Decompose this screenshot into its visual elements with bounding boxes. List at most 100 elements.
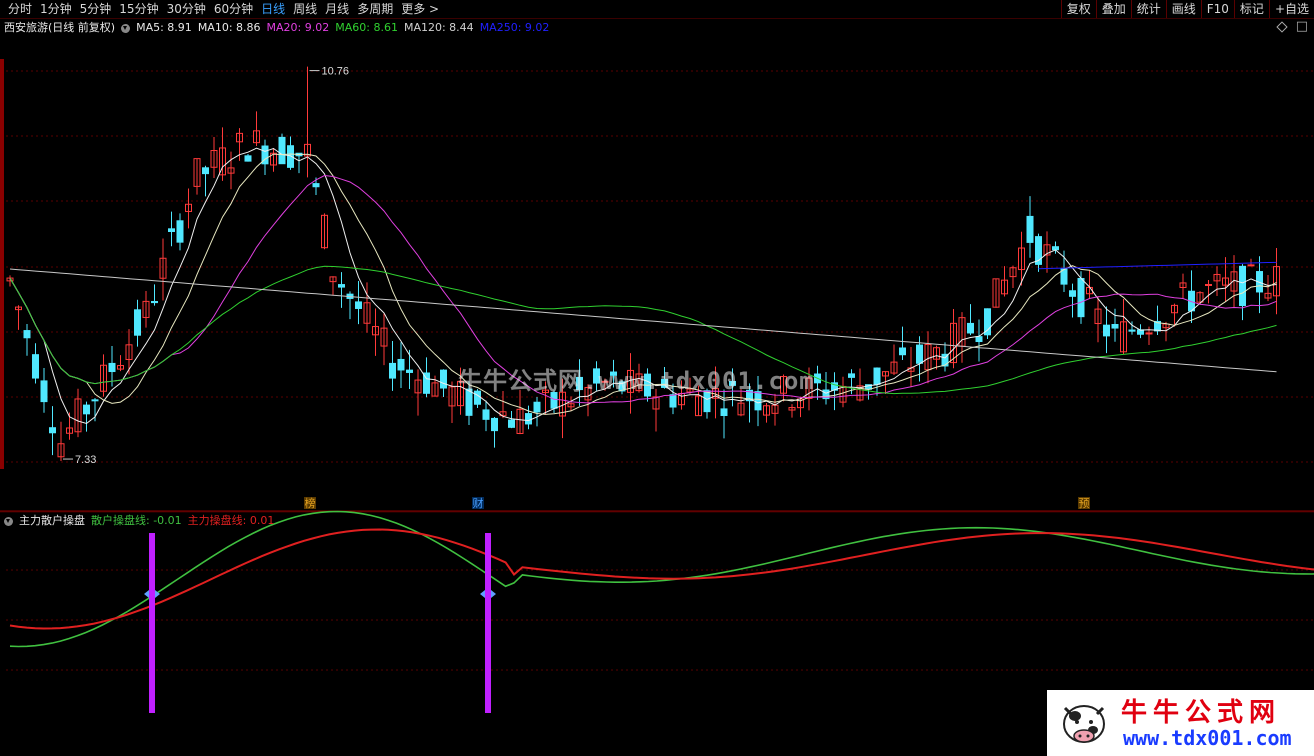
candle-body [1145, 332, 1153, 335]
candle-body [338, 284, 345, 288]
candle-body [355, 301, 362, 309]
indicator-name: 主力散户操盘 [19, 514, 85, 527]
signal-bar [149, 533, 155, 713]
site-logo: 牛牛公式网 www.tdx001.com [1047, 690, 1314, 756]
tab-10[interactable]: 更多 > [397, 0, 443, 18]
candle-body [848, 373, 855, 378]
tab-4[interactable]: 30分钟 [163, 0, 210, 18]
tool-6[interactable]: +自选 [1268, 0, 1314, 18]
candle-body [91, 399, 99, 402]
candle-body [967, 322, 974, 334]
signal-arrow-right [491, 590, 496, 598]
candle-body [1128, 329, 1136, 332]
candle-body [278, 136, 286, 165]
stock-name: 西安旅游(日线 前复权) [4, 21, 116, 34]
tab-0[interactable]: 分时 [4, 0, 36, 18]
candle-body [389, 362, 396, 379]
period-tabs: 分时 1分钟 5分钟 15分钟 30分钟 60分钟 日线 周线 月线 多周期 更多 > [4, 0, 443, 18]
candle-body [1052, 246, 1059, 251]
tab-7[interactable]: 周线 [289, 0, 321, 18]
tool-1[interactable]: 叠加 [1095, 0, 1131, 18]
ma-label-5: MA250: 9.02 [479, 21, 550, 34]
candle-body [168, 228, 175, 232]
candle-body [40, 380, 48, 403]
event-marker: 财 [473, 496, 484, 510]
indicator-label-0: 散户操盘线: -0.01 [91, 514, 182, 527]
low-label: 7.33 [75, 454, 96, 466]
main-chart-title: 西安旅游(日线 前复权) MA5: 8.91 MA10: 8.86 MA20: 9.… [4, 20, 549, 36]
candle-body [508, 419, 515, 428]
candle-body [1239, 265, 1246, 307]
candle-body [984, 308, 991, 336]
indicator-title: 主力散户操盘 散户操盘线: -0.01 主力操盘线: 0.01 [4, 513, 274, 529]
signal-arrow-left [480, 590, 485, 598]
ma-label-3: MA60: 8.61 [335, 21, 398, 34]
candle-body [1205, 283, 1212, 286]
candle-body [916, 344, 923, 364]
candle-body [1111, 324, 1119, 329]
tab-5[interactable]: 60分钟 [210, 0, 257, 18]
candle-body [49, 427, 56, 434]
candle-body [108, 362, 116, 373]
tab-6[interactable]: 日线 [257, 0, 289, 18]
ma-label-4: MA120: 8.44 [403, 21, 474, 34]
candle-body [406, 369, 413, 373]
candle-body [482, 409, 490, 420]
candle-body [1247, 264, 1255, 267]
tab-8[interactable]: 月线 [321, 0, 353, 18]
candle-body [899, 347, 906, 356]
indicator-dropdown-icon[interactable] [4, 516, 13, 526]
tab-1[interactable]: 1分钟 [36, 0, 76, 18]
right-tools: 复权 叠加 统计 画线 F10 标记 +自选 [1060, 0, 1314, 18]
candle-body [720, 408, 728, 417]
tool-3[interactable]: 画线 [1165, 0, 1201, 18]
ma-legend: MA5: 8.91 MA10: 8.86 MA20: 9.02 MA60: 8.61 M… [136, 20, 549, 36]
event-marker: 预 [1079, 497, 1090, 510]
candle-body [525, 413, 532, 425]
tool-2[interactable]: 统计 [1130, 0, 1166, 18]
ma-label-2: MA20: 9.02 [266, 21, 330, 34]
candle-body [244, 155, 252, 162]
candle-body [1069, 290, 1076, 297]
candle-body [1103, 324, 1110, 337]
candle-body [1026, 215, 1034, 243]
indicator-label-1: 主力操盘线: 0.01 [187, 514, 275, 527]
candle-body [1077, 277, 1085, 318]
logo-title: 牛牛公式网 [1121, 698, 1282, 728]
event-marker: 榜 [305, 496, 316, 510]
candle-body [312, 183, 320, 188]
candle-body [397, 358, 405, 371]
candle-body [134, 309, 141, 336]
cow-logo-icon [1063, 705, 1105, 743]
tool-5[interactable]: 标记 [1233, 0, 1269, 18]
candle-body [202, 167, 209, 175]
tool-4[interactable]: F10 [1200, 0, 1234, 18]
candle-body [151, 300, 158, 304]
candle-body [32, 354, 39, 379]
candle-body [669, 394, 677, 408]
candle-body [440, 369, 447, 389]
candle-body [491, 417, 498, 432]
candle-body [83, 404, 90, 415]
tab-9[interactable]: 多周期 [353, 0, 397, 18]
signal-arrow-left [144, 590, 149, 598]
watermark-text: 牛牛公式网.www.tdx001.com [458, 367, 815, 395]
tool-0[interactable]: 复权 [1060, 0, 1096, 18]
indicator-legend: 散户操盘线: -0.01 主力操盘线: 0.01 [91, 513, 274, 529]
logo-url: www.tdx001.com [1123, 726, 1292, 750]
ma-label-1: MA10: 8.86 [197, 21, 261, 34]
ma-label-0: MA5: 8.91 [136, 21, 192, 34]
candle-body [23, 330, 31, 339]
expand-icon[interactable]: □ [1296, 19, 1308, 34]
main-force-line [9, 528, 1314, 630]
dropdown-circle-icon[interactable] [121, 23, 131, 33]
candle-body [176, 220, 184, 243]
high-label: 10.76 [322, 66, 350, 78]
signal-bar [485, 533, 491, 713]
top-toolbar: 分时 1分钟 5分钟 15分钟 30分钟 60分钟 日线 周线 月线 多周期 更多 > 复权 叠加 统计… [0, 0, 1314, 19]
tab-2[interactable]: 5分钟 [76, 0, 116, 18]
candle-body [975, 336, 983, 343]
candle-body [873, 367, 881, 385]
tab-3[interactable]: 15分钟 [115, 0, 162, 18]
candle-body [533, 401, 541, 413]
